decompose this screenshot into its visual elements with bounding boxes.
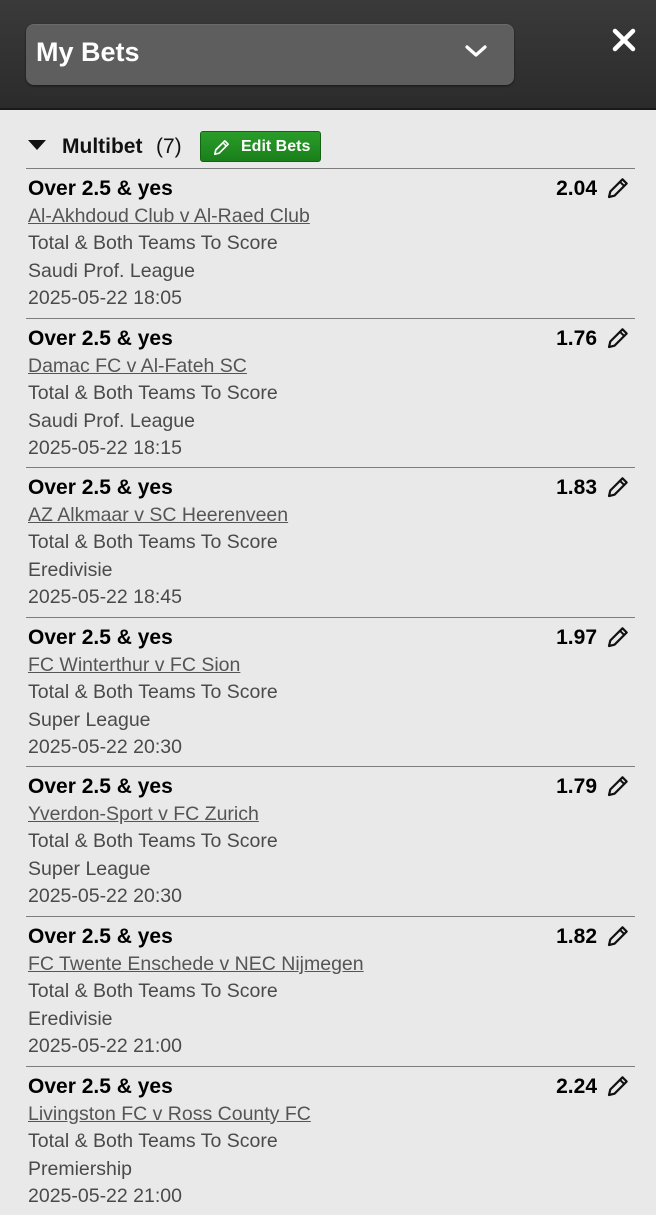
bets-content: Multibet (7) Edit Bets Over 2.5 & yes 2.…: [0, 112, 656, 1207]
bet-item: Over 2.5 & yes 1.79 Yverdon-Sport v FC Z…: [26, 766, 635, 916]
bet-item: Over 2.5 & yes 1.82 FC Twente Enschede v…: [26, 915, 635, 1066]
bet-time: 2025-05-22 20:30: [28, 735, 182, 758]
pencil-icon[interactable]: [605, 1073, 631, 1099]
bet-item: Over 2.5 & yes 2.24 Livingston FC v Ross…: [26, 1065, 635, 1215]
bet-time: 2025-05-22 18:15: [28, 436, 182, 459]
bet-event-link[interactable]: Damac FC v Al-Fateh SC: [28, 355, 247, 378]
bet-league: Saudi Prof. League: [28, 409, 195, 432]
bets-view-dropdown[interactable]: My Bets: [26, 24, 514, 85]
bet-market: Total & Both Teams To Score: [28, 232, 278, 254]
bet-selection: Over 2.5 & yes: [28, 476, 173, 500]
bet-selection: Over 2.5 & yes: [28, 775, 173, 799]
bet-event-link[interactable]: Al-Akhdoud Club v Al-Raed Club: [28, 205, 310, 228]
bet-time: 2025-05-22 21:00: [28, 1034, 182, 1057]
bet-league: Super League: [28, 858, 151, 881]
bet-league: Eredivisie: [28, 559, 113, 582]
bet-selection: Over 2.5 & yes: [28, 1074, 173, 1098]
bet-league: Super League: [28, 708, 151, 731]
triangle-down-icon[interactable]: [28, 140, 46, 150]
bet-item: Over 2.5 & yes 2.04 Al-Akhdoud Club v Al…: [26, 168, 635, 318]
bet-event-link[interactable]: Livingston FC v Ross County FC: [28, 1103, 311, 1126]
bet-time: 2025-05-22 20:30: [28, 885, 182, 908]
bet-event-link[interactable]: Yverdon-Sport v FC Zurich: [28, 803, 259, 826]
pencil-icon[interactable]: [605, 923, 631, 949]
bet-event-link[interactable]: AZ Alkmaar v SC Heerenveen: [28, 504, 288, 527]
multibet-label: Multibet: [62, 135, 143, 158]
chevron-down-icon: [465, 45, 487, 57]
edit-bets-button[interactable]: Edit Bets: [200, 131, 321, 162]
header-bar: My Bets: [0, 0, 656, 110]
pencil-icon: [213, 139, 230, 156]
bet-selection: Over 2.5 & yes: [28, 924, 173, 948]
close-icon[interactable]: [610, 26, 638, 54]
bet-market: Total & Both Teams To Score: [28, 531, 278, 554]
bet-odds: 2.24: [556, 1074, 597, 1098]
bet-odds: 1.79: [556, 775, 597, 799]
bet-selection: Over 2.5 & yes: [28, 625, 173, 649]
bet-item: Over 2.5 & yes 1.83 AZ Alkmaar v SC Heer…: [26, 467, 635, 617]
pencil-icon[interactable]: [605, 175, 631, 201]
bet-market: Total & Both Teams To Score: [28, 979, 278, 1002]
bet-odds: 1.76: [556, 326, 597, 350]
bet-market: Total & Both Teams To Score: [28, 1129, 278, 1152]
bet-item: Over 2.5 & yes 1.97 FC Winterthur v FC S…: [26, 616, 635, 767]
pencil-icon[interactable]: [605, 624, 631, 650]
page-title: My Bets: [36, 37, 140, 67]
bet-odds: 1.97: [556, 625, 597, 649]
multibet-header[interactable]: Multibet (7) Edit Bets: [26, 128, 636, 164]
pencil-icon[interactable]: [605, 773, 631, 799]
bet-odds: 1.82: [556, 924, 597, 948]
bet-time: 2025-05-22 18:05: [28, 287, 182, 309]
bet-time: 2025-05-22 18:45: [28, 586, 182, 609]
edit-bets-label: Edit Bets: [241, 138, 311, 155]
bet-time: 2025-05-22 21:00: [28, 1184, 182, 1207]
bet-event-link[interactable]: FC Winterthur v FC Sion: [28, 654, 240, 677]
bet-odds: 1.83: [556, 476, 597, 500]
bet-market: Total & Both Teams To Score: [28, 830, 278, 853]
bet-item: Over 2.5 & yes 1.76 Damac FC v Al-Fateh …: [26, 317, 635, 468]
pencil-icon[interactable]: [605, 325, 631, 351]
bet-event-link[interactable]: FC Twente Enschede v NEC Nijmegen: [28, 953, 364, 976]
bet-league: Eredivisie: [28, 1007, 113, 1030]
bet-odds: 2.04: [556, 177, 597, 200]
bet-list: Over 2.5 & yes 2.04 Al-Akhdoud Club v Al…: [26, 168, 635, 1215]
multibet-count: (7): [156, 135, 182, 158]
bet-selection: Over 2.5 & yes: [28, 326, 173, 350]
bet-league: Premiership: [28, 1157, 133, 1180]
bet-league: Saudi Prof. League: [28, 260, 195, 282]
bet-selection: Over 2.5 & yes: [28, 177, 173, 200]
pencil-icon[interactable]: [605, 474, 631, 500]
bet-market: Total & Both Teams To Score: [28, 381, 278, 404]
bet-market: Total & Both Teams To Score: [28, 680, 278, 703]
